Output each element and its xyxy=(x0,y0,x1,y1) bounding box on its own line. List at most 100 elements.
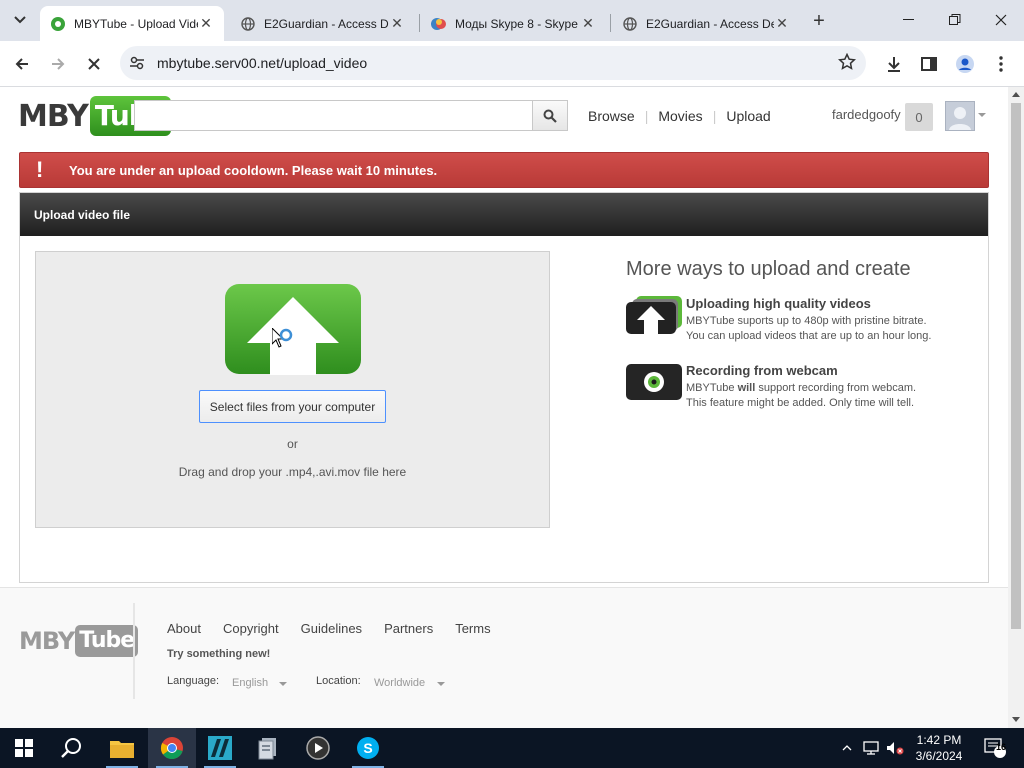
page-viewport: MBY Tube Browse | Movies | Upload farded… xyxy=(0,87,1008,728)
language-caret-icon[interactable] xyxy=(279,682,287,686)
location-caret-icon[interactable] xyxy=(437,682,445,686)
site-settings-icon[interactable] xyxy=(129,55,145,76)
feature-title: Recording from webcam xyxy=(686,363,838,378)
side-panel-button[interactable] xyxy=(913,48,945,80)
select-files-button[interactable]: Select files from your computer xyxy=(199,390,386,423)
close-tab-icon[interactable]: ✕ xyxy=(580,15,596,32)
or-text: or xyxy=(287,437,298,451)
scroll-down-arrow-icon[interactable] xyxy=(1012,717,1020,722)
skype-taskbar-button[interactable]: S xyxy=(344,728,392,768)
stop-loading-button[interactable] xyxy=(78,48,110,80)
page-scrollbar[interactable] xyxy=(1008,87,1024,728)
new-tab-button[interactable]: + xyxy=(806,8,832,34)
back-button[interactable] xyxy=(6,48,38,80)
nav-browse-link[interactable]: Browse xyxy=(588,108,635,124)
location-select[interactable]: Worldwide xyxy=(374,677,425,689)
file-drop-zone[interactable]: Select files from your computer or Drag … xyxy=(35,251,550,528)
start-button[interactable] xyxy=(0,728,48,768)
nav-movies-link[interactable]: Movies xyxy=(658,108,702,124)
language-label: Language: xyxy=(167,675,219,687)
video-editor-icon xyxy=(208,736,232,760)
username-link[interactable]: fardedgoofy xyxy=(832,107,901,122)
tab-e2guardian-2[interactable]: E2Guardian - Access Denied ✕ xyxy=(612,6,800,41)
tab-title: E2Guardian - Access Denied xyxy=(264,16,389,31)
footer-link-terms[interactable]: Terms xyxy=(455,621,490,636)
search-button[interactable] xyxy=(532,100,568,131)
video-editor-taskbar-button[interactable] xyxy=(196,728,244,768)
show-hidden-icons-button[interactable] xyxy=(838,728,856,768)
tab-mbytube-upload[interactable]: MBYTube - Upload Video ✕ xyxy=(40,6,224,41)
footer-link-about[interactable]: About xyxy=(167,621,201,636)
scrollbar-thumb[interactable] xyxy=(1011,103,1021,629)
close-tab-icon[interactable]: ✕ xyxy=(198,15,214,32)
footer-logo[interactable]: MBY Tube xyxy=(19,624,139,658)
feature-desc-part: support recording from webcam. xyxy=(755,382,917,394)
stop-icon xyxy=(88,58,100,70)
file-explorer-taskbar-button[interactable] xyxy=(98,728,146,768)
account-menu-caret-icon[interactable] xyxy=(978,113,986,117)
minimize-icon xyxy=(903,19,914,20)
search-input[interactable] xyxy=(134,100,533,131)
forward-button[interactable] xyxy=(42,48,74,80)
svg-text:S: S xyxy=(363,740,372,756)
upload-arrow-icon xyxy=(626,296,682,334)
feature-description: MBYTube suports up to 480p with pristine… xyxy=(686,314,931,344)
chrome-icon xyxy=(160,737,183,760)
close-tab-icon[interactable]: ✕ xyxy=(389,15,405,32)
bookmark-star-icon[interactable] xyxy=(837,52,857,76)
language-select[interactable]: English xyxy=(232,677,268,689)
address-bar[interactable]: mbytube.serv00.net/upload_video xyxy=(120,46,866,80)
footer-link-guidelines[interactable]: Guidelines xyxy=(301,621,362,636)
feature-description-line: You can upload videos that are up to an … xyxy=(686,330,932,342)
search-taskbar-button[interactable] xyxy=(48,728,96,768)
app-taskbar-button[interactable] xyxy=(244,728,292,768)
location-label: Location: xyxy=(316,675,361,687)
notification-count-badge[interactable]: 0 xyxy=(905,103,933,131)
alert-message: You are under an upload cooldown. Please… xyxy=(69,163,438,178)
tab-e2guardian-1[interactable]: E2Guardian - Access Denied ✕ xyxy=(230,6,415,41)
play-circle-icon xyxy=(306,736,330,760)
scroll-up-arrow-icon[interactable] xyxy=(1012,92,1020,97)
tab-separator xyxy=(610,14,611,32)
nav-upload-link[interactable]: Upload xyxy=(726,108,770,124)
volume-tray-icon[interactable] xyxy=(884,728,906,768)
action-center-button[interactable]: 16 xyxy=(980,728,1010,768)
feature-desc-emphasis: will xyxy=(737,382,756,394)
close-window-button[interactable] xyxy=(978,0,1024,40)
speaker-muted-icon xyxy=(887,742,904,755)
tab-skype-mods[interactable]: Моды Skype 8 - Skype ✕ xyxy=(421,6,606,41)
try-something-new-link[interactable]: Try something new! xyxy=(167,648,270,660)
close-tab-icon[interactable]: ✕ xyxy=(774,15,790,32)
system-clock[interactable]: 1:42 PM 3/6/2024 xyxy=(908,732,970,764)
globe-icon xyxy=(240,16,256,32)
feature-description: MBYTube will support recording from webc… xyxy=(686,381,916,411)
feature-description-line: MBYTube will support recording from webc… xyxy=(686,381,916,396)
feature-description-line: MBYTube suports up to 480p with pristine… xyxy=(686,315,927,327)
notification-count: 16 xyxy=(996,742,1007,752)
downloads-button[interactable] xyxy=(878,48,910,80)
skype-icon: S xyxy=(357,737,379,759)
main-nav: Browse | Movies | Upload xyxy=(588,108,771,124)
nav-separator: | xyxy=(712,108,717,124)
windows-logo-icon xyxy=(15,739,33,757)
footer-links: About Copyright Guidelines Partners Term… xyxy=(167,621,513,636)
user-avatar[interactable] xyxy=(945,101,975,131)
download-icon xyxy=(888,57,900,72)
footer-link-partners[interactable]: Partners xyxy=(384,621,433,636)
search-icon xyxy=(543,109,557,123)
profile-button[interactable] xyxy=(949,48,981,80)
network-icon xyxy=(863,741,879,755)
media-player-taskbar-button[interactable] xyxy=(294,728,342,768)
footer-link-copyright[interactable]: Copyright xyxy=(223,621,279,636)
webcam-icon xyxy=(626,364,682,400)
tab-search-button[interactable] xyxy=(6,8,34,32)
footer-divider xyxy=(133,603,135,699)
profile-icon xyxy=(956,55,974,73)
minimize-button[interactable] xyxy=(886,0,932,40)
network-tray-icon[interactable] xyxy=(862,728,880,768)
browser-menu-button[interactable] xyxy=(985,48,1017,80)
restore-button[interactable] xyxy=(932,0,978,40)
tab-separator xyxy=(419,14,420,32)
chrome-taskbar-button[interactable] xyxy=(148,728,196,768)
footer-logo-text-mby: MBY xyxy=(19,627,75,655)
